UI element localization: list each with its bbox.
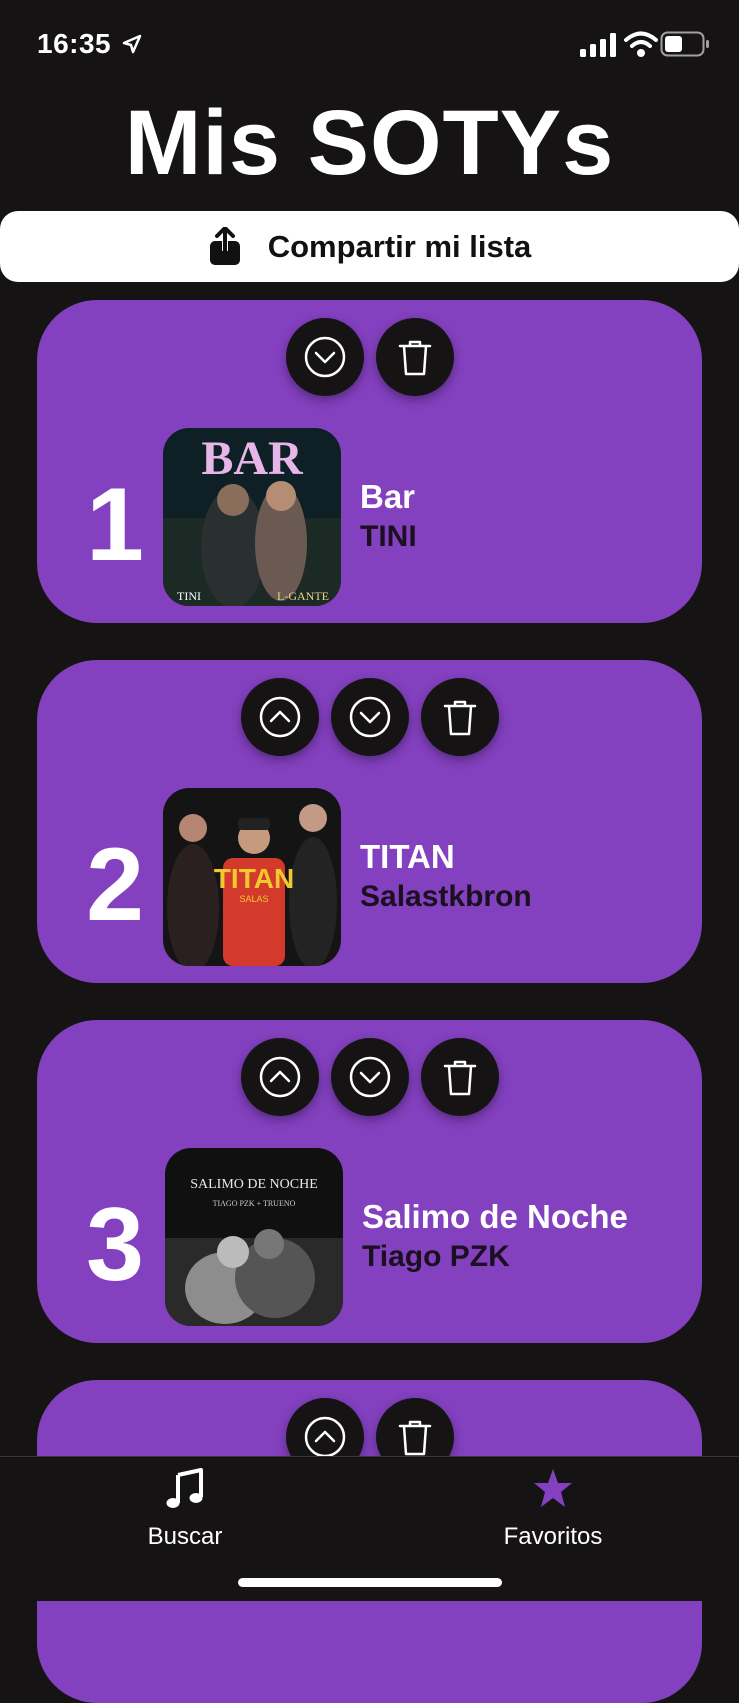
rank-number: 3 <box>86 1187 144 1303</box>
rank-number: 1 <box>86 467 144 583</box>
star-icon <box>534 1469 572 1507</box>
album-art-salimo: SALIMO DE NOCHE TIAGO PZK + TRUENO <box>165 1148 343 1326</box>
share-list-label: Compartir mi lista <box>267 228 532 264</box>
album-cover-sub-2: L-GANTE <box>277 589 329 603</box>
song-title: Salimo de Noche <box>362 1198 628 1235</box>
signal-icon <box>580 33 616 57</box>
delete-button[interactable] <box>420 678 499 756</box>
song-artist: Salastkbron <box>360 880 532 913</box>
move-down-button[interactable] <box>330 1038 409 1116</box>
status-bar: 16:35 <box>0 0 739 90</box>
song-controls <box>37 1038 702 1116</box>
song-card-2: 2 TITAN SALAS TITAN Salastkbron <box>37 660 702 983</box>
tab-buscar[interactable]: Buscar <box>85 1467 285 1551</box>
move-up-button[interactable] <box>240 678 319 756</box>
delete-button[interactable] <box>420 1038 499 1116</box>
chevron-down-circle-icon <box>304 336 345 378</box>
album-cover-sub-1: TIAGO PZK + TRUENO <box>213 1199 296 1208</box>
album-cover-title: TITAN <box>214 863 294 894</box>
tab-favoritos[interactable]: Favoritos <box>453 1467 653 1551</box>
album-art-bar: BAR TINI L-GANTE <box>163 428 341 606</box>
song-title: Bar <box>360 478 416 515</box>
song-card-3: 3 SALIMO DE NOCHE TIAGO PZK + TRUENO Sal… <box>37 1020 702 1343</box>
location-arrow-icon <box>122 34 142 54</box>
trash-icon <box>398 1420 431 1456</box>
chevron-up-circle-icon <box>259 696 300 738</box>
status-time: 16:35 <box>37 28 112 59</box>
album-cover-title: BAR <box>201 432 304 485</box>
song-controls <box>37 678 702 756</box>
album-cover[interactable]: SALIMO DE NOCHE TIAGO PZK + TRUENO <box>165 1148 343 1326</box>
song-artist: TINI <box>360 520 417 553</box>
wifi-icon <box>624 31 658 57</box>
move-up-button[interactable] <box>240 1038 319 1116</box>
chevron-up-circle-icon <box>304 1416 345 1458</box>
move-down-button[interactable] <box>330 678 409 756</box>
album-cover-sub-1: TINI <box>177 589 201 603</box>
album-cover[interactable]: BAR TINI L-GANTE <box>163 428 341 606</box>
album-cover-title: SALIMO DE NOCHE <box>190 1177 318 1192</box>
delete-button[interactable] <box>375 318 454 396</box>
rank-number: 2 <box>86 827 144 943</box>
song-card-1: 1 BAR TINI L-GANTE Bar TINI <box>37 300 702 623</box>
share-icon <box>209 226 240 265</box>
album-art-titan: TITAN SALAS <box>163 788 341 966</box>
trash-icon <box>443 700 476 736</box>
trash-icon <box>443 1060 476 1096</box>
move-down-button[interactable] <box>285 318 364 396</box>
chevron-up-circle-icon <box>259 1056 300 1098</box>
share-list-button[interactable]: Compartir mi lista <box>0 211 739 282</box>
song-artist: Tiago PZK <box>362 1240 510 1273</box>
page-title: Mis SOTYs <box>124 92 615 194</box>
album-cover[interactable]: TITAN SALAS <box>163 788 341 966</box>
tab-label: Buscar <box>147 1523 223 1550</box>
song-controls <box>37 318 702 396</box>
album-cover-sub-1: SALAS <box>239 894 268 904</box>
chevron-down-circle-icon <box>349 696 390 738</box>
song-title: TITAN <box>360 838 455 875</box>
trash-icon <box>398 340 431 376</box>
chevron-down-circle-icon <box>349 1056 390 1098</box>
tab-label: Favoritos <box>503 1523 603 1550</box>
music-note-icon <box>166 1468 203 1508</box>
battery-icon <box>660 31 709 57</box>
home-indicator <box>238 1578 502 1587</box>
